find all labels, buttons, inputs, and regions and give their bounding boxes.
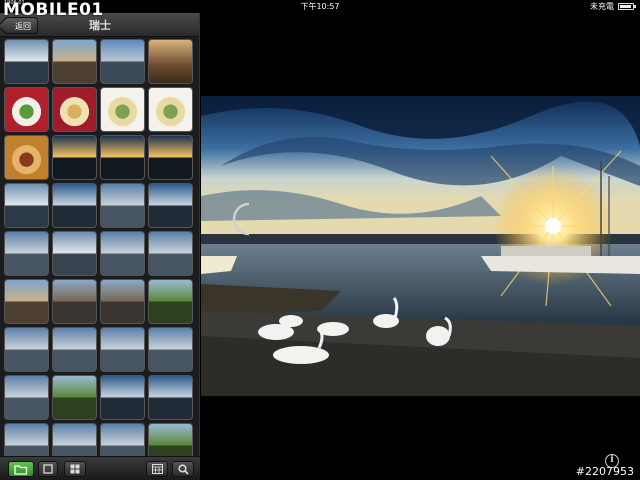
search-icon xyxy=(177,463,189,475)
single-view-button[interactable] xyxy=(38,461,58,477)
photo-thumbnail[interactable] xyxy=(100,183,145,228)
lake-sunset-photo xyxy=(201,96,640,396)
photo-thumbnail[interactable] xyxy=(148,135,193,180)
photo-thumbnail[interactable] xyxy=(148,375,193,420)
photo-thumbnail[interactable] xyxy=(52,231,97,276)
photo-thumbnail[interactable] xyxy=(148,327,193,372)
photo-thumbnail[interactable] xyxy=(52,183,97,228)
sidebar-toolbar xyxy=(0,456,200,480)
battery-text: 未充電 xyxy=(590,2,614,11)
photo-thumbnail[interactable] xyxy=(4,375,49,420)
folder-button[interactable] xyxy=(8,461,34,477)
album-sidebar: 返回 瑞士 xyxy=(0,13,200,480)
battery-icon xyxy=(618,3,636,10)
photo-thumbnail[interactable] xyxy=(4,327,49,372)
photo-thumbnail[interactable] xyxy=(52,87,97,132)
calendar-button[interactable] xyxy=(146,461,168,477)
photo-thumbnail[interactable] xyxy=(148,231,193,276)
photo-thumbnail[interactable] xyxy=(52,327,97,372)
photo-thumbnail[interactable] xyxy=(100,279,145,324)
photo-thumbnail[interactable] xyxy=(100,375,145,420)
search-button[interactable] xyxy=(172,461,194,477)
photo-thumbnail[interactable] xyxy=(100,39,145,84)
photo-thumbnail[interactable] xyxy=(4,87,49,132)
thumbnail-grid xyxy=(4,39,196,466)
photo-thumbnail[interactable] xyxy=(148,183,193,228)
photo-thumbnail[interactable] xyxy=(4,39,49,84)
photo-thumbnail[interactable] xyxy=(52,135,97,180)
photo-thumbnail[interactable] xyxy=(148,279,193,324)
photo-thumbnail[interactable] xyxy=(100,231,145,276)
grid-view-button[interactable] xyxy=(64,461,86,477)
grid-view-icon xyxy=(70,464,80,474)
single-view-icon xyxy=(43,464,53,474)
photo-thumbnail[interactable] xyxy=(100,135,145,180)
photo-thumbnail[interactable] xyxy=(52,39,97,84)
photo-thumbnail[interactable] xyxy=(52,375,97,420)
photo-id-watermark: #2207953 xyxy=(575,465,634,478)
watermark-small-text: 1906 01 xyxy=(4,0,25,6)
calendar-icon xyxy=(151,464,163,474)
photo-thumbnail[interactable] xyxy=(100,327,145,372)
photo-thumbnail[interactable] xyxy=(4,135,49,180)
photo-thumbnail[interactable] xyxy=(4,279,49,324)
battery-status: 未充電 xyxy=(590,0,636,13)
photo-thumbnail[interactable] xyxy=(100,87,145,132)
info-icon: i xyxy=(610,455,614,465)
photo-thumbnail[interactable] xyxy=(4,231,49,276)
folder-icon xyxy=(14,464,28,475)
photo-thumbnail[interactable] xyxy=(52,279,97,324)
photo-thumbnail[interactable] xyxy=(148,39,193,84)
photo-thumbnail[interactable] xyxy=(4,183,49,228)
main-photo[interactable] xyxy=(201,96,640,396)
photo-thumbnail[interactable] xyxy=(148,87,193,132)
